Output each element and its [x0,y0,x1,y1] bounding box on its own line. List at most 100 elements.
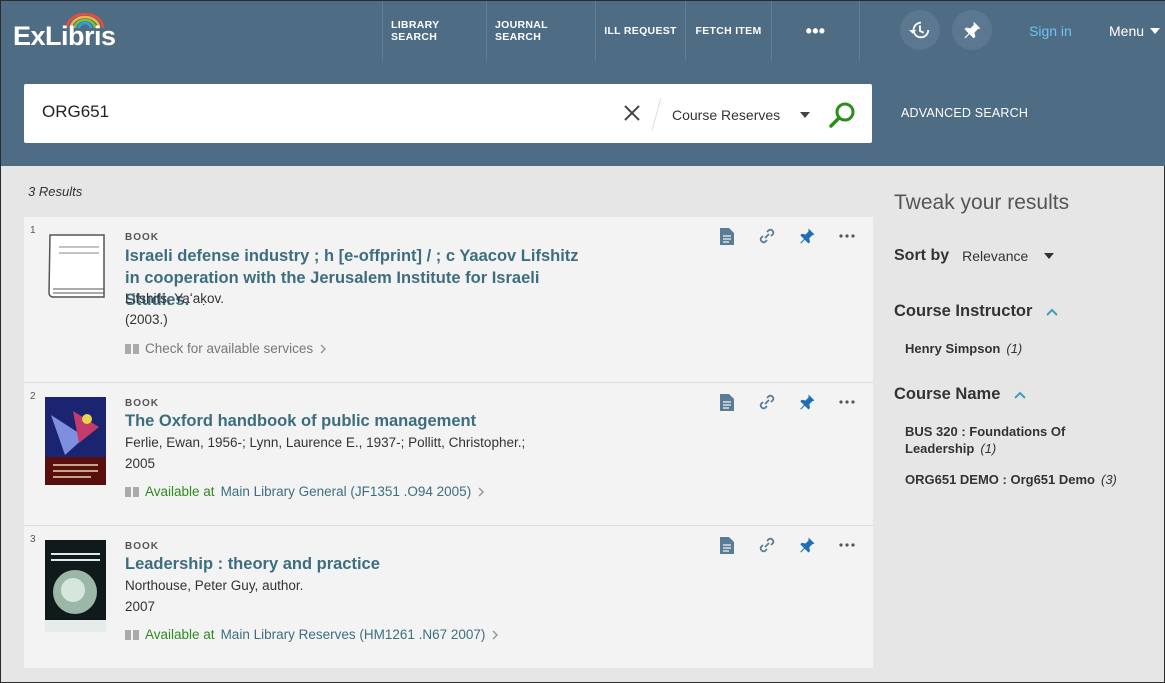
availability-link[interactable]: Available at Main Library General (JF135… [125,484,485,499]
more-actions-button[interactable] [838,393,856,411]
search-bar-area: Course Reserves ADVANCED SEARCH [1,61,1165,166]
pin-button[interactable] [798,393,816,411]
result-actions [718,393,856,411]
nav-fetch-item[interactable]: FETCH ITEM [685,1,771,61]
link-icon [759,394,775,410]
search-input[interactable] [42,102,602,122]
ellipsis-icon [839,400,855,404]
nav-journal-search[interactable]: JOURNAL SEARCH [486,1,595,61]
clear-icon[interactable] [621,102,643,124]
chevron-right-icon [478,486,485,497]
sort-by: Sort by Relevance [894,247,1055,265]
generic-book-icon [48,234,105,298]
sort-label: Sort by [894,247,950,264]
search-icon[interactable] [827,100,857,130]
exlibris-logo[interactable]: ExLibris [13,13,123,53]
pin-button[interactable] [798,536,816,554]
availability-link[interactable]: Available at Main Library Reserves (HM12… [125,627,499,642]
facet-title-label: Course Instructor [894,302,1033,320]
scope-dropdown[interactable]: Course Reserves [672,107,811,123]
results-count: 3 Results [28,184,83,199]
pin-icon [800,394,815,410]
top-bar: ExLibris LIBRARY SEARCH JOURNAL SEARCH I… [1,1,1165,61]
result-number: 3 [30,534,36,545]
nav-divider [859,1,860,61]
ellipsis-icon [839,543,855,547]
result-date: (2003.) [125,312,168,327]
document-icon [720,227,734,245]
menu-button[interactable]: Menu [1109,23,1161,39]
facet-value-label: ORG651 DEMO : Org651 Demo [905,472,1095,487]
result-title[interactable]: Leadership : theory and practice [125,553,595,575]
nav-more-button[interactable]: ••• [771,1,859,61]
facet-value-count: (1) [980,441,997,456]
result-number: 1 [30,225,36,236]
permalink-button[interactable] [758,393,776,411]
document-icon [720,536,734,554]
facet-course-instructor[interactable]: Course Instructor [894,302,1059,321]
facet-course-name[interactable]: Course Name [894,385,1027,404]
availability-link[interactable]: Check for available services [125,341,327,356]
facet-title-label: Course Name [894,385,1001,403]
result-author: Ferlie, Ewan, 1956-; Lynn, Laurence E., … [125,435,526,450]
result-item[interactable]: 1 BOOK Israeli defense industry ; h [e-o… [24,217,873,383]
availability-location: Main Library General (JF1351 .O94 2005) [220,484,472,499]
main-nav: LIBRARY SEARCH JOURNAL SEARCH ILL REQUES… [382,1,860,61]
more-actions-button[interactable] [838,227,856,245]
link-icon [759,228,775,244]
facet-value[interactable]: Henry Simpson (1) [905,340,1022,357]
ellipsis-icon [839,234,855,238]
search-divider [651,98,662,130]
menu-label: Menu [1109,23,1145,39]
chevron-right-icon [492,629,499,640]
search-box: Course Reserves [24,84,872,143]
nav-library-search[interactable]: LIBRARY SEARCH [382,1,486,61]
result-item[interactable]: 3 BOOK Leadership : theory and practice … [24,526,873,668]
chevron-up-icon [1046,308,1059,316]
sign-in-link[interactable]: Sign in [1029,23,1072,39]
more-actions-button[interactable] [838,536,856,554]
permalink-button[interactable] [758,536,776,554]
availability-location: Main Library Reserves (HM1261 .N67 2007) [220,627,486,642]
history-icon [909,21,930,39]
pin-icon [964,21,981,39]
facet-value[interactable]: ORG651 DEMO : Org651 Demo (3) [905,471,1117,488]
sidebar-title: Tweak your results [894,191,1070,214]
chevron-down-icon [800,112,811,118]
availability-status: Available at [145,484,215,499]
citation-button[interactable] [718,393,736,411]
book-cover-image [45,540,106,632]
result-author: Northouse, Peter Guy, author. [125,578,304,593]
chevron-up-icon [1014,391,1027,399]
facet-value-count: (3) [1101,472,1117,487]
facet-value[interactable]: BUS 320 : Foundations Of Leadership (1) [905,423,1085,457]
result-date: 2005 [125,456,156,471]
availability-text: Check for available services [145,341,314,356]
caret-down-icon [1150,28,1161,34]
sort-dropdown[interactable]: Relevance [962,248,1028,264]
result-title[interactable]: The Oxford handbook of public management [125,410,595,432]
result-date: 2007 [125,599,156,614]
advanced-search-link[interactable]: ADVANCED SEARCH [901,106,1028,120]
nav-ill-request[interactable]: ILL REQUEST [595,1,685,61]
result-type: BOOK [125,232,159,243]
citation-button[interactable] [718,536,736,554]
book-open-icon [125,343,139,354]
pin-icon [800,537,815,553]
search-history-button[interactable] [900,10,940,50]
result-actions [718,227,856,245]
result-item[interactable]: 2 BOOK The Oxford handbook of public man… [24,383,873,526]
pinned-items-button[interactable] [952,10,992,50]
result-type: BOOK [125,398,159,409]
result-author: Lifshits, Yaʻaḳov. [125,291,225,306]
pin-icon [800,228,815,244]
caret-down-icon[interactable] [1044,253,1055,259]
citation-button[interactable] [718,227,736,245]
link-icon [759,537,775,553]
result-actions [718,536,856,554]
pin-button[interactable] [798,227,816,245]
scope-label: Course Reserves [672,107,781,123]
permalink-button[interactable] [758,227,776,245]
facet-value-count: (1) [1006,341,1023,356]
logo-text: ExLibris [13,21,116,51]
